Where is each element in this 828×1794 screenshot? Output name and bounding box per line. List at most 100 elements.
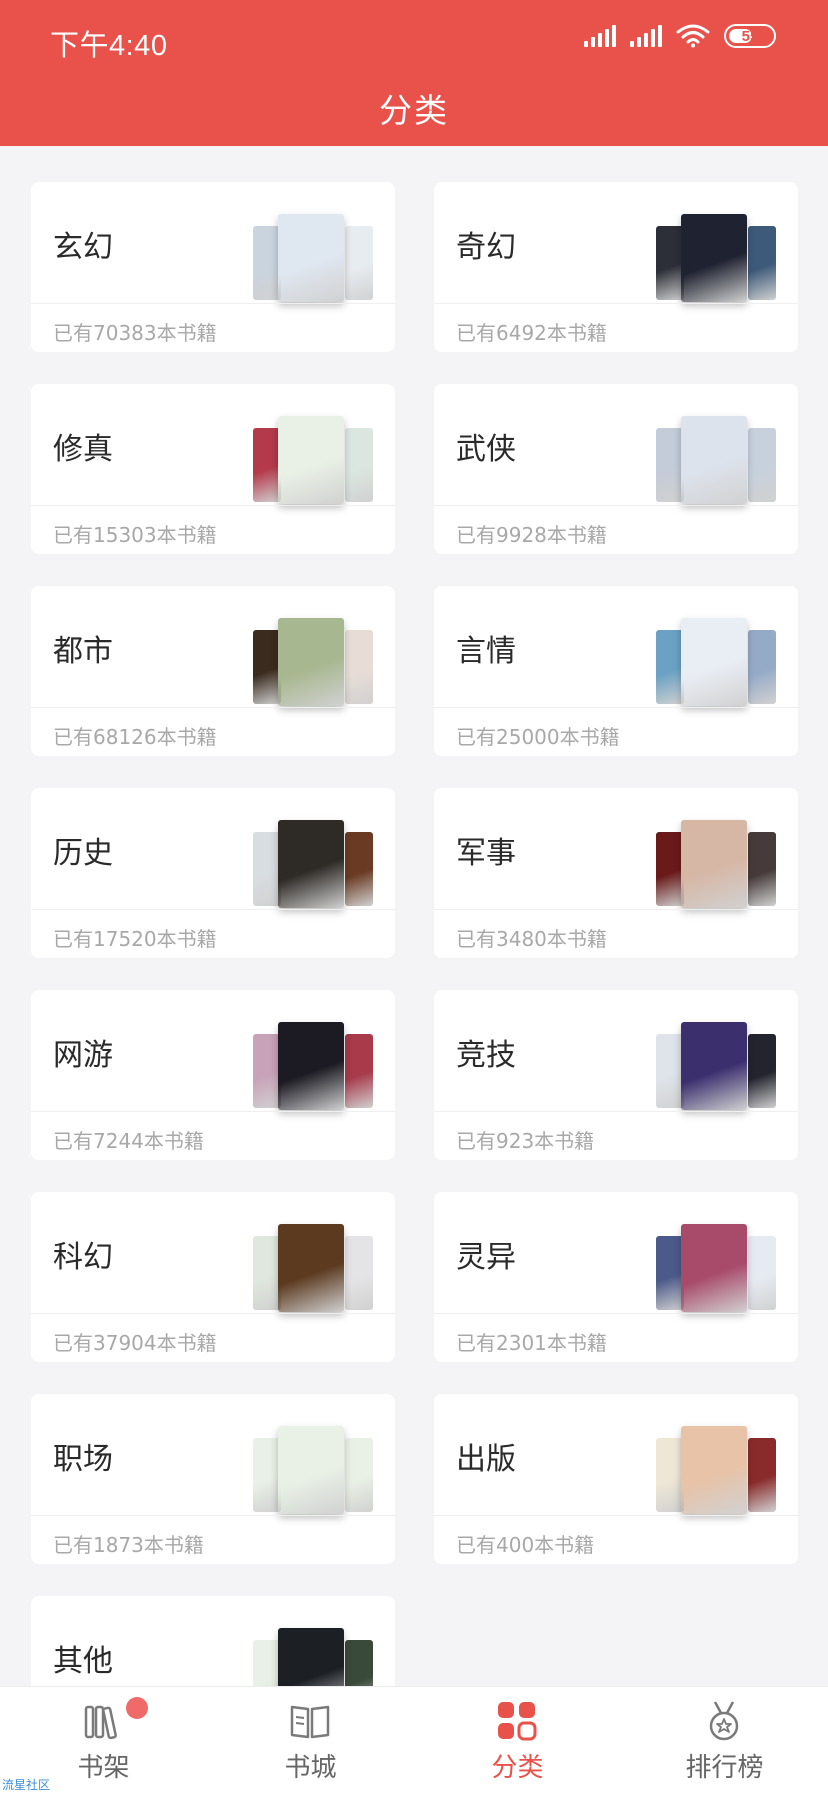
card-divider [31,1111,395,1112]
book-cover-image [681,214,747,302]
tab-open-book[interactable]: 书城 [207,1687,414,1794]
book-cover-image [681,1022,747,1110]
book-cover-image [345,428,373,502]
book-cover-stack [253,1020,373,1112]
category-name: 竞技 [456,1038,516,1073]
card-divider [434,1313,798,1314]
book-cover-image [345,1640,373,1686]
category-name: 出版 [456,1442,516,1477]
book-count: 已有37904本书籍 [53,1331,217,1355]
book-cover-stack [656,414,776,506]
card-divider [434,707,798,708]
category-card[interactable]: 灵异已有2301本书籍 [434,1192,798,1362]
category-grid-icon [495,1699,539,1743]
book-cover-image [253,1438,281,1512]
book-cover-image [345,630,373,704]
book-cover-image [253,1640,281,1686]
book-cover-stack [656,1222,776,1314]
card-divider [434,505,798,506]
book-cover-image [656,630,684,704]
status-time: 下午4:40 [50,30,168,62]
category-name: 科幻 [53,1240,113,1275]
book-cover-stack [253,414,373,506]
card-divider [31,1313,395,1314]
category-name: 军事 [456,836,516,871]
category-card[interactable]: 竞技 已有923本书籍 [434,990,798,1160]
category-name: 职场 [53,1442,113,1477]
category-card[interactable]: 网游 已有7244本书籍 [31,990,395,1160]
card-divider [31,505,395,506]
book-cover-image [681,820,747,908]
category-name: 灵异 [456,1240,516,1275]
category-card[interactable]: 其他已有 [31,1596,395,1686]
book-cover-image [345,1438,373,1512]
category-name: 都市 [53,634,113,669]
book-cover-image [748,1236,776,1310]
card-divider [434,909,798,910]
card-divider [434,1111,798,1112]
book-cover-image [681,416,747,504]
category-name: 武侠 [456,432,516,467]
book-cover-image [278,1224,344,1312]
book-cover-stack [656,1424,776,1516]
category-name: 奇幻 [456,230,516,265]
tab-label: 排行榜 [685,1753,764,1783]
tab-category-grid[interactable]: 分类 [414,1687,621,1794]
book-count: 已有6492本书籍 [456,321,607,345]
book-cover-stack [253,818,373,910]
book-cover-stack [656,616,776,708]
category-card[interactable]: 都市 已有68126本书籍 [31,586,395,756]
book-cover-image [748,630,776,704]
open-book-icon [288,1699,332,1743]
book-count: 已有7244本书籍 [53,1129,204,1153]
category-card[interactable]: 言情 已有25000本书籍 [434,586,798,756]
card-divider [31,707,395,708]
tab-label: 书城 [284,1753,337,1783]
status-icons: 55 [584,24,776,48]
bottom-tab-bar: 书架 书城 分类 排行榜 [0,1686,828,1794]
book-cover-image [253,1236,281,1310]
book-cover-stack [253,1222,373,1314]
category-card[interactable]: 玄幻 已有70383本书籍 [31,182,395,352]
book-count: 已有3480本书籍 [456,927,607,951]
wifi-icon [676,24,710,48]
book-cover-image [278,618,344,706]
battery-level: 55 [741,27,759,45]
book-cover-image [253,1034,281,1108]
category-name: 历史 [53,836,113,871]
book-cover-image [656,1438,684,1512]
book-cover-image [681,618,747,706]
card-divider [31,909,395,910]
category-card[interactable]: 出版 已有400本书籍 [434,1394,798,1564]
book-cover-image [656,832,684,906]
status-bar: 下午4:40 55 [0,0,828,76]
category-card[interactable]: 军事已有3480本书籍 [434,788,798,958]
category-card[interactable]: 职场已有1873本书籍 [31,1394,395,1564]
book-cover-image [748,1034,776,1108]
card-divider [31,303,395,304]
book-cover-stack [253,1626,373,1686]
category-card[interactable]: 武侠已有9928本书籍 [434,384,798,554]
book-count: 已有17520本书籍 [53,927,217,951]
cellular-signal-icon-2 [630,25,662,47]
book-count: 已有2301本书籍 [456,1331,607,1355]
category-card[interactable]: 科幻已有37904本书籍 [31,1192,395,1362]
tab-label: 分类 [491,1753,544,1783]
category-card[interactable]: 历史已有17520本书籍 [31,788,395,958]
medal-icon [702,1699,746,1743]
book-cover-image [253,428,281,502]
book-cover-stack [656,818,776,910]
book-cover-image [278,1022,344,1110]
book-cover-image [278,416,344,504]
category-card[interactable]: 修真 已有15303本书籍 [31,384,395,554]
category-name: 修真 [53,432,113,467]
book-count: 已有9928本书籍 [456,523,607,547]
card-divider [31,1515,395,1516]
book-cover-image [345,226,373,300]
battery-icon: 55 [724,24,776,48]
category-card[interactable]: 奇幻已有6492本书籍 [434,182,798,352]
book-count: 已有1873本书籍 [53,1533,204,1557]
book-cover-image [253,832,281,906]
notification-badge-dot [126,1697,148,1719]
tab-medal[interactable]: 排行榜 [621,1687,828,1794]
